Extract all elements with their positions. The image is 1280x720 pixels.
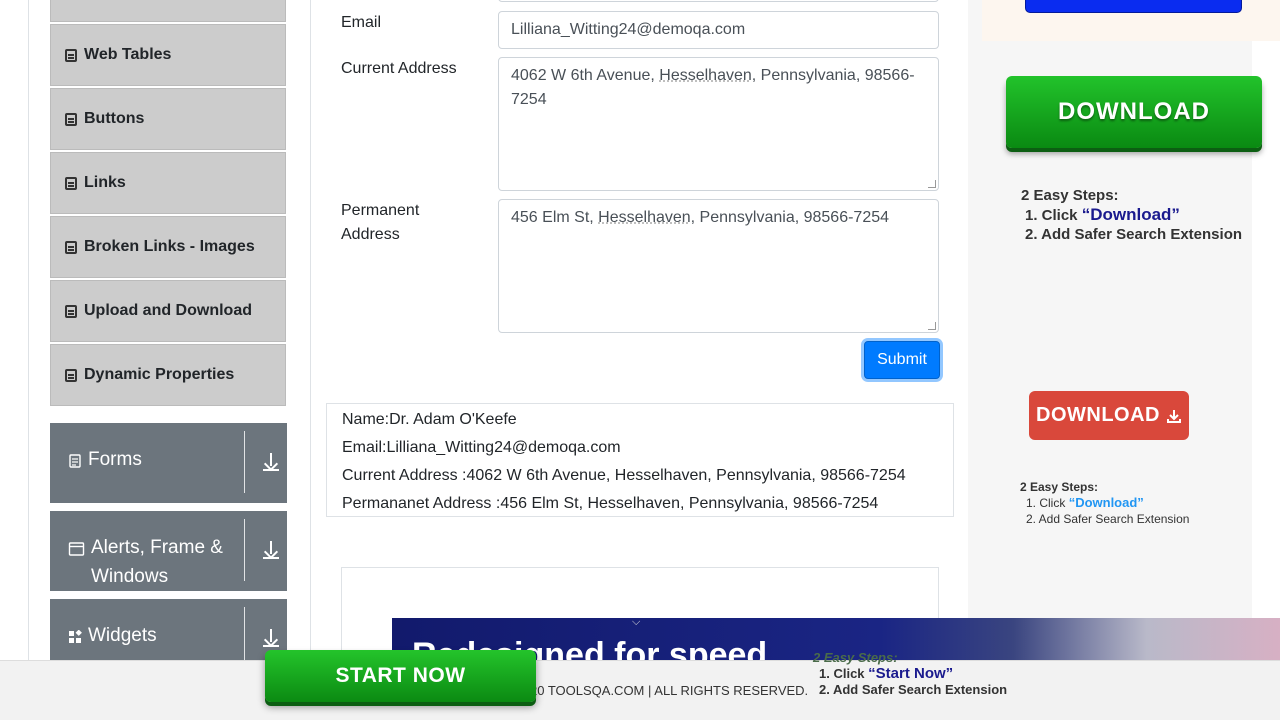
sidebar-item-buttons[interactable]: Buttons [50, 88, 286, 150]
ad-step-2: 2. Add Safer Search Extension [1025, 226, 1243, 243]
group-forms[interactable]: Forms [50, 423, 287, 503]
download-arrow-icon[interactable] [263, 541, 279, 561]
ad-step-text: 1. Click [1025, 207, 1082, 224]
sidebar-item-label: Web Tables [84, 46, 172, 63]
sidebar-item-links[interactable]: Links [50, 152, 286, 214]
footer-copyright: 20 TOOLSQA.COM | ALL RIGHTS RESERVED. [530, 683, 809, 698]
output-permanent-address: Permananet Address :456 Elm St, Hesselha… [342, 495, 879, 512]
resize-handle[interactable] [928, 322, 936, 330]
spellcheck-word: Hesselhaven [598, 209, 691, 226]
window-icon [68, 542, 85, 556]
permanent-address-textarea[interactable]: 456 Elm St, Hesselhaven, Pennsylvania, 9… [498, 199, 939, 333]
sidebar-item-label: Broken Links - Images [84, 238, 255, 255]
sidebar-item-label: Buttons [84, 110, 145, 127]
ad-step-text: 1. Click [819, 666, 869, 681]
permanent-address-text: , Pennsylvania, 98566-7254 [690, 209, 890, 226]
main-rail [310, 0, 311, 660]
ad-step-1: 1. Click “Download” [1020, 495, 1189, 511]
sidebar-item-upload-download[interactable]: Upload and Download [50, 280, 286, 342]
email-field[interactable]: Lilliana_Witting24@demoqa.com [498, 11, 939, 49]
list-icon [65, 48, 77, 62]
ad-step-2: 2. Add Safer Search Extension [819, 682, 1008, 697]
ad-start-now-button[interactable]: START NOW [265, 650, 536, 702]
download-arrow-icon[interactable] [263, 629, 279, 649]
ad-step-text: 1. Click [1026, 496, 1069, 510]
list-icon [65, 304, 77, 318]
chevron-down-icon: ⌵ [632, 618, 641, 628]
output-panel: Name:Dr. Adam O'Keefe Email:Lilliana_Wit… [326, 403, 954, 517]
download-icon [1166, 409, 1181, 423]
resize-handle[interactable] [928, 180, 936, 188]
output-email: Email:Lilliana_Witting24@demoqa.com [342, 439, 621, 456]
sidebar-item-label: Upload and Download [84, 302, 252, 319]
ad-step-quote: “Start Now” [868, 665, 954, 682]
ad-red-download-button[interactable]: DOWNLOAD [1029, 391, 1189, 440]
sidebar-item-label: Links [84, 174, 126, 191]
ad-blue-button[interactable] [1025, 0, 1242, 13]
permanent-address-text: 456 Elm St, [511, 209, 599, 226]
list-icon [65, 112, 77, 126]
ad-bottom-steps: 2 Easy Steps: 1. Click “Start Now” 2. Ad… [813, 650, 1007, 698]
widgets-icon [69, 630, 82, 643]
ad-step-1: 1. Click “Start Now” [813, 666, 1007, 682]
list-icon [65, 368, 77, 382]
group-alerts-frame-windows[interactable]: Alerts, Frame & Windows [50, 511, 287, 591]
ad-step-1: 1. Click “Download” [1021, 205, 1242, 225]
ad-steps-small: 2 Easy Steps: 1. Click “Download” 2. Add… [1020, 479, 1189, 527]
list-icon [65, 176, 77, 190]
sidebar-item-broken-links[interactable]: Broken Links - Images [50, 216, 286, 278]
group-divider [244, 431, 245, 493]
left-rail [28, 0, 29, 660]
previous-field[interactable] [498, 0, 939, 2]
output-name: Name:Dr. Adam O'Keefe [342, 411, 517, 428]
current-address-text: 4062 W 6th Avenue, [511, 67, 660, 84]
sidebar-item-label: Dynamic Properties [84, 366, 235, 383]
output-current-address: Current Address :4062 W 6th Avenue, Hess… [342, 467, 906, 484]
page: Web Tables Buttons Links Broken Links - … [0, 0, 1280, 720]
submit-button[interactable]: Submit [864, 341, 940, 379]
email-label: Email [341, 14, 382, 31]
ad-steps-title: 2 Easy Steps: [813, 650, 898, 665]
sidebar-item-web-tables[interactable]: Web Tables [50, 24, 286, 86]
sidebar-item-dynamic-properties[interactable]: Dynamic Properties [50, 344, 286, 406]
ad-step-quote: “Download” [1068, 495, 1144, 510]
group-label: Alerts, Frame & Windows [91, 537, 223, 587]
group-divider [244, 519, 245, 581]
ad-step-2: 2. Add Safer Search Extension [1026, 512, 1190, 526]
ad-red-download-label: DOWNLOAD [1036, 404, 1160, 426]
download-arrow-icon[interactable] [263, 453, 279, 473]
form-icon [69, 454, 81, 468]
list-icon [65, 240, 77, 254]
current-address-label: Current Address [341, 60, 457, 77]
sidebar-item-previous[interactable] [50, 0, 286, 22]
ad-download-button[interactable]: DOWNLOAD [1006, 76, 1262, 148]
group-label: Widgets [88, 625, 157, 646]
spellcheck-word: Hesselhaven [659, 67, 752, 84]
ad-step-quote: “Download” [1081, 205, 1180, 224]
current-address-textarea[interactable]: 4062 W 6th Avenue, Hesselhaven, Pennsylv… [498, 57, 939, 191]
ad-steps: 2 Easy Steps: 1. Click “Download” 2. Add… [1021, 186, 1242, 244]
group-label: Forms [88, 449, 142, 470]
permanent-address-label: Permanent Address [341, 202, 420, 243]
ad-steps-title: 2 Easy Steps: [1021, 187, 1119, 204]
ad-steps-title: 2 Easy Steps: [1020, 480, 1099, 494]
